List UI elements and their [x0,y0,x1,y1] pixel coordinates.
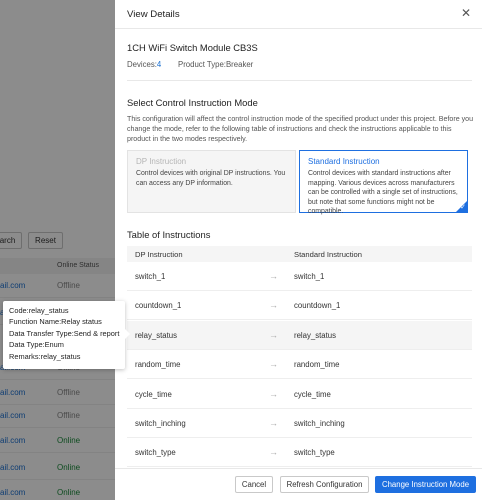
dp-instruction-cell[interactable]: switch_inching [135,419,186,428]
cancel-button[interactable]: Cancel [235,476,273,493]
tooltip-arrow [125,329,130,339]
dp-instruction-cell[interactable]: relay_status [135,331,177,340]
tooltip-data-type: Data Type:Enum [9,340,64,350]
dp-instruction-cell[interactable]: countdown_1 [135,301,181,310]
dp-instruction-cell[interactable]: switch_type [135,448,176,457]
refresh-configuration-button[interactable]: Refresh Configuration [280,476,369,493]
tooltip-remarks: Remarks:relay_status [9,351,81,361]
mode-section-title: Select Control Instruction Mode [127,97,258,108]
standard-instruction-cell: countdown_1 [294,301,341,311]
arrow-right-icon: → [269,271,278,281]
instruction-row[interactable]: countdown_1 → countdown_1 [127,291,472,321]
standard-instruction-cell: relay_status [294,330,337,340]
devices-count: Devices:4 [127,60,161,69]
mode-card-description: Control devices with original DP instruc… [136,170,286,187]
dp-instruction-cell[interactable]: cycle_time [135,390,172,399]
tooltip-code: Code:relay_status [9,306,69,315]
standard-instruction-cell: switch_1 [294,272,325,281]
mode-description: This configuration will affect the contr… [127,115,474,143]
table-title: Table of Instructions [127,229,211,240]
mode-card-title: Standard Instruction [308,157,380,166]
standard-instruction-cell: switch_inching [294,419,345,428]
divider [127,80,472,81]
product-type-value: Breaker [225,60,254,69]
drawer-footer: Cancel Refresh Configuration Change Inst… [115,468,482,500]
instruction-row[interactable]: cycle_time → cycle_time [127,380,472,409]
mode-card-title: DP Instruction [136,157,187,166]
instruction-tooltip: Code:relay_status Function Name:Relay st… [3,301,130,369]
instruction-row[interactable]: switch_inching → switch_inching [127,409,472,438]
dp-instruction-cell[interactable]: random_time [135,360,181,369]
arrow-right-icon: → [269,447,278,458]
tooltip-data-transfer: Data Transfer Type:Send & report [9,328,120,338]
modal-overlay[interactable] [0,0,115,500]
checkmark-icon: ✓ [460,204,466,211]
product-name: 1CH WiFi Switch Module CB3S [127,42,258,53]
devices-value[interactable]: 4 [157,60,161,69]
drawer-title: View Details [127,9,180,20]
details-drawer: View Details ✕ 1CH WiFi Switch Module CB… [115,0,482,500]
instruction-row[interactable]: switch_type → switch_type [127,438,472,468]
arrow-right-icon: → [269,388,278,399]
arrow-right-icon: → [269,300,278,311]
arrow-right-icon: → [269,418,278,428]
mode-card-dp-instruction[interactable]: DP Instruction Control devices with orig… [127,150,296,213]
header-dp-instruction: DP Instruction [135,250,183,259]
drawer-header: View Details ✕ [115,0,482,29]
close-icon[interactable]: ✕ [460,7,472,19]
instruction-row[interactable]: switch_1 → switch_1 [127,262,472,291]
product-type-label: Product Type: [178,60,226,69]
mode-card-description: Control devices with standard instructio… [308,170,458,216]
mode-card-standard-instruction[interactable]: Standard Instruction Control devices wit… [299,150,468,215]
dp-instruction-cell[interactable]: switch_1 [135,272,165,281]
header-standard-instruction: Standard Instruction [294,250,362,259]
instructions-table-header: DP Instruction Standard Instruction [127,246,472,262]
devices-label: Devices: [127,60,157,69]
instruction-row[interactable]: random_time → random_time [127,350,472,380]
arrow-right-icon: → [269,329,278,340]
standard-instruction-cell: random_time [294,360,340,370]
standard-instruction-cell: cycle_time [294,389,331,399]
arrow-right-icon: → [269,359,278,370]
change-instruction-mode-button[interactable]: Change Instruction Mode [375,476,476,493]
tooltip-function-name: Function Name:Relay status [9,317,102,327]
standard-instruction-cell: switch_type [294,448,335,458]
instruction-row[interactable]: relay_status → relay_status [127,320,472,350]
product-type: Product Type:Breaker [178,60,253,69]
